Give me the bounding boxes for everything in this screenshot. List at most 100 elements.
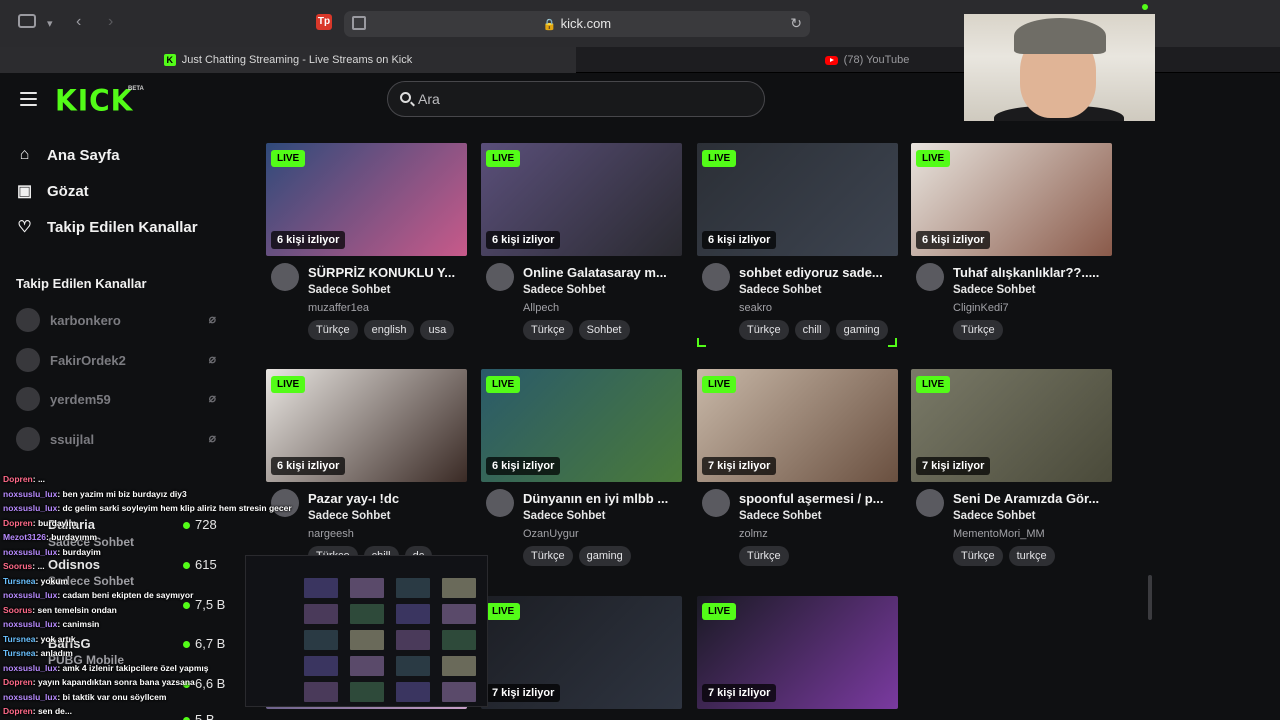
chat-username[interactable]: Mezot3126 [3, 532, 46, 542]
chat-username[interactable]: Tursnea [3, 576, 35, 586]
stream-thumbnail[interactable]: LIVE 6 kişi izliyor [697, 143, 898, 256]
tab-kick[interactable]: K Just Chatting Streaming - Live Streams… [0, 47, 576, 73]
chat-username[interactable]: Soorus [3, 561, 32, 571]
tag-chip[interactable]: usa [420, 320, 455, 340]
sidebar-item-home[interactable]: ⌂ Ana Sayfa [16, 143, 120, 167]
menu-icon[interactable] [20, 92, 37, 110]
chat-username[interactable]: noxsuslu_lux [3, 619, 57, 629]
stream-title[interactable]: sohbet ediyoruz sade... [739, 265, 899, 280]
channel-name[interactable]: muzaffer1ea [308, 302, 369, 314]
back-icon[interactable]: ‹ [76, 13, 81, 31]
chat-username[interactable]: noxsuslu_lux [3, 692, 57, 702]
tag-chip[interactable]: Türkçe [523, 546, 573, 566]
stream-title[interactable]: Pazar yay-ı !dc [308, 491, 468, 506]
followed-channel[interactable]: ssuijlal ⌀ [16, 425, 216, 453]
channel-name[interactable]: OzanUygur [523, 528, 579, 540]
chat-username[interactable]: noxsuslu_lux [3, 489, 57, 499]
stream-title[interactable]: Dünyanın en iyi mlbb ... [523, 491, 683, 506]
search-input[interactable] [418, 91, 718, 107]
stream-thumbnail[interactable]: LIVE 6 kişi izliyor [266, 369, 467, 482]
tag-chip[interactable]: Türkçe [739, 320, 789, 340]
sidebar-item-following[interactable]: ♡ Takip Edilen Kanallar [16, 215, 197, 239]
scrollbar[interactable] [1148, 575, 1152, 620]
tag-chip[interactable]: chill [794, 320, 830, 340]
chat-username[interactable]: noxsuslu_lux [3, 663, 57, 673]
channel-name[interactable]: MementoMori_MM [953, 528, 1045, 540]
avatar[interactable] [486, 489, 514, 517]
tag-chip[interactable]: Sohbet [578, 320, 630, 340]
stream-category[interactable]: Sadece Sohbet [308, 510, 390, 522]
avatar[interactable] [702, 263, 730, 291]
chevron-down-icon[interactable]: ▾ [47, 17, 53, 30]
stream-category[interactable]: Sadece Sohbet [953, 284, 1035, 296]
search-box[interactable] [387, 81, 765, 117]
tag-chip[interactable]: gaming [835, 320, 888, 340]
recommended-channel-name[interactable]: Odisnos [48, 557, 100, 572]
stream-category[interactable]: Sadece Sohbet [739, 510, 821, 522]
followed-channel[interactable]: yerdem59 ⌀ [16, 385, 216, 413]
extension-icon[interactable]: Tp [316, 14, 332, 30]
stream-thumbnail[interactable]: LIVE 6 kişi izliyor [481, 143, 682, 256]
stream-title[interactable]: SÜRPRİZ KONUKLU Y... [308, 265, 468, 280]
stream-thumbnail[interactable]: LIVE 6 kişi izliyor [911, 143, 1112, 256]
followed-channel[interactable]: karbonkero ⌀ [16, 306, 216, 334]
stream-thumbnail[interactable]: LIVE 7 kişi izliyor [481, 596, 682, 709]
channel-name[interactable]: CliginKedi7 [953, 302, 1009, 314]
chat-username[interactable]: Tursnea [3, 648, 35, 658]
chat-username[interactable]: noxsuslu_lux [3, 547, 57, 557]
chat-username[interactable]: noxsuslu_lux [3, 590, 57, 600]
chat-username[interactable]: Dopren [3, 706, 33, 716]
tag-chip[interactable]: Türkçe [953, 320, 1003, 340]
chat-username[interactable]: noxsuslu_lux [3, 503, 57, 513]
tag-chip[interactable]: Türkçe [739, 546, 789, 566]
tab-label: Just Chatting Streaming - Live Streams o… [181, 54, 413, 66]
chat-username[interactable]: Dopren [3, 474, 33, 484]
address-bar[interactable]: 🔒 kick.com ↻ [344, 11, 810, 37]
tag-list: Türkçe [739, 546, 789, 566]
chat-text: : burdayımm [46, 532, 98, 542]
stream-thumbnail[interactable]: LIVE 6 kişi izliyor [481, 369, 682, 482]
forward-icon[interactable]: › [108, 13, 113, 31]
followed-channel[interactable]: FakirOrdek2 ⌀ [16, 346, 216, 374]
tag-chip[interactable]: english [363, 320, 415, 340]
chat-text: : sen temelsin ondan [32, 604, 117, 615]
stream-thumbnail[interactable]: LIVE 7 kişi izliyor [697, 596, 898, 709]
stream-title[interactable]: Seni De Aramızda Gör... [953, 491, 1113, 506]
avatar[interactable] [916, 489, 944, 517]
stream-category[interactable]: Sadece Sohbet [953, 510, 1035, 522]
streamer-cap [1014, 18, 1106, 54]
channel-name[interactable]: Allpech [523, 302, 559, 314]
tag-chip[interactable]: Türkçe [523, 320, 573, 340]
stream-thumbnail[interactable]: LIVE 7 kişi izliyor [911, 369, 1112, 482]
channel-name[interactable]: seakro [739, 302, 772, 314]
stream-category[interactable]: Sadece Sohbet [739, 284, 821, 296]
chat-username[interactable]: Dopren [3, 518, 33, 528]
channel-name[interactable]: zolmz [739, 528, 768, 540]
chat-username[interactable]: Tursnea [3, 634, 35, 644]
chat-username[interactable]: Dopren [3, 677, 33, 687]
stream-category[interactable]: Sadece Sohbet [523, 510, 605, 522]
tag-chip[interactable]: Türkçe [308, 320, 358, 340]
chat-username[interactable]: Soorus [3, 605, 32, 615]
avatar[interactable] [486, 263, 514, 291]
stream-category[interactable]: Sadece Sohbet [308, 284, 390, 296]
tag-chip[interactable]: turkçe [1008, 546, 1055, 566]
kick-logo[interactable]: KICK [55, 83, 133, 118]
sidebar-toggle-icon[interactable] [18, 14, 36, 28]
tag-chip[interactable]: gaming [578, 546, 631, 566]
screenshot-thumbnail [245, 555, 488, 707]
avatar[interactable] [271, 263, 299, 291]
stream-title[interactable]: Tuhaf alışkanlıklar??..... [953, 265, 1113, 280]
reload-icon[interactable]: ↻ [790, 15, 802, 32]
channel-name[interactable]: nargeesh [308, 528, 354, 540]
viewer-count-value: 728 [195, 517, 217, 532]
sidebar-item-browse[interactable]: ▣ Gözat [16, 179, 89, 203]
avatar[interactable] [916, 263, 944, 291]
stream-category[interactable]: Sadece Sohbet [523, 284, 605, 296]
stream-title[interactable]: spoonful aşermesi / p... [739, 491, 899, 506]
stream-thumbnail[interactable]: LIVE 7 kişi izliyor [697, 369, 898, 482]
stream-title[interactable]: Online Galatasaray m... [523, 265, 683, 280]
avatar[interactable] [702, 489, 730, 517]
stream-thumbnail[interactable]: LIVE 6 kişi izliyor [266, 143, 467, 256]
tag-chip[interactable]: Türkçe [953, 546, 1003, 566]
